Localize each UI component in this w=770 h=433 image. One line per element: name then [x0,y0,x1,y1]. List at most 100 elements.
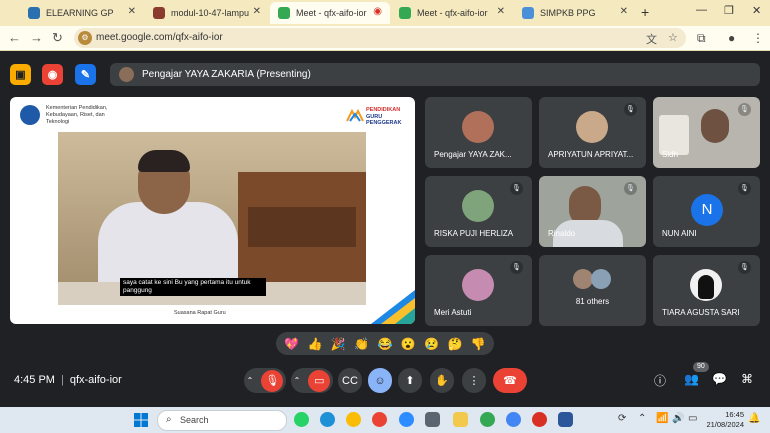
whatsapp-icon[interactable] [294,412,309,427]
participant-tile[interactable]: Pengajar YAYA ZAK... [425,97,532,168]
clock-time: 16:45 [725,410,744,419]
chat-icon[interactable]: 💬 [712,372,727,386]
edge-icon[interactable] [320,412,335,427]
emoji-button[interactable]: ☺ [368,368,392,393]
whiteboard-icon[interactable]: ✎ [75,64,96,85]
url-text[interactable]: meet.google.com/qfx-aifo-ior [96,32,223,43]
chrome-icon[interactable] [532,412,547,427]
chrome-icon[interactable] [372,412,387,427]
participant-tile[interactable]: 🎙 RISKA PUJI HERLIZA [425,176,532,247]
reaction-thumbs-up[interactable]: 👍 [308,337,323,351]
profile-icon[interactable]: ● [728,31,735,45]
reaction-surprised[interactable]: 😮 [401,337,416,351]
tab-modul[interactable]: modul-10-47-lampung-c ✕ [145,2,269,24]
forward-icon[interactable]: → [30,30,43,45]
avatar [462,111,494,143]
tab-meet[interactable]: Meet - qfx-aifo-ior ✕ [391,2,513,24]
file-explorer-icon[interactable] [453,412,468,427]
simpkb-icon [522,7,534,19]
tab-title: modul-10-47-lampung-c [171,8,249,18]
mic-off-icon[interactable]: 🎙 [261,369,284,392]
present-button[interactable]: ⬆ [398,368,422,393]
battery-icon[interactable]: ▭ [688,413,697,424]
camera-control[interactable]: ⌃ ▭ [291,368,333,393]
taskbar-clock[interactable]: 16:45 21/08/2024 [706,410,744,430]
avatar [573,269,593,289]
word-icon[interactable] [558,412,573,427]
program-line-2: GURU [366,113,383,120]
close-window-icon[interactable]: ✕ [752,4,761,17]
close-icon[interactable]: ✕ [620,6,628,17]
notifications-icon[interactable]: 🔔 [748,413,760,424]
avatar: N [691,194,723,226]
reaction-thinking[interactable]: 🤔 [447,337,462,351]
restore-icon[interactable]: ❐ [724,4,734,17]
stop-presenting-icon[interactable]: ▣ [10,64,31,85]
camera-app-icon[interactable] [425,412,440,427]
tab-meet-active[interactable]: Meet - qfx-aifo-ior ◉ [270,2,390,24]
new-tab-button[interactable]: + [641,4,649,20]
participant-tile[interactable]: 🎙 Rinaldo [539,176,646,247]
leave-call-button[interactable]: ☎ [493,368,527,393]
participant-tile[interactable]: 🎙 TIARA AGUSTA SARI [653,255,760,326]
chrome-icon[interactable] [480,412,495,427]
chrome-icon[interactable] [506,412,521,427]
volume-icon[interactable]: 🔊 [672,413,684,424]
people-icon[interactable]: 👥 [684,372,699,386]
reaction-party[interactable]: 🎉 [331,337,346,351]
reaction-clap[interactable]: 👏 [354,337,369,351]
menu-dots-icon[interactable]: ⋮ [752,31,764,45]
mic-off-icon: 🎙 [510,261,523,274]
chevron-up-icon[interactable]: ⌃ [294,376,301,385]
reload-icon[interactable]: ↻ [52,30,63,46]
reaction-sad[interactable]: 😢 [424,337,439,351]
record-icon[interactable]: ◉ [42,64,63,85]
participant-tile[interactable]: N 🎙 NUN AINI [653,176,760,247]
wifi-icon[interactable]: 📶 [656,413,668,424]
address-bar[interactable]: ⚙ meet.google.com/qfx-aifo-ior 文 ☆ [74,28,686,48]
raise-hand-button[interactable]: ✋ [430,368,454,393]
participant-tile-others[interactable]: 81 others [539,255,646,326]
participant-name: Meri Astuti [434,308,472,317]
close-icon[interactable]: ✕ [253,6,261,17]
avatar [462,190,494,222]
translate-icon[interactable]: 文 [646,31,657,47]
chrome-icon[interactable] [346,412,361,427]
reaction-laugh[interactable]: 😂 [378,337,393,351]
mic-off-icon: 🎙 [624,182,637,195]
info-icon[interactable]: ⓘ [654,372,666,389]
bookmark-star-icon[interactable]: ☆ [668,31,678,44]
captions-button[interactable]: CC [338,368,362,393]
tab-elearning[interactable]: ELEARNING GP ✕ [20,2,144,24]
participant-tile[interactable]: 🎙 Meri Astuti [425,255,532,326]
recording-icon[interactable]: ◉ [373,6,382,17]
mic-off-icon: 🎙 [624,103,637,116]
tab-simpkb[interactable]: SIMPKB PPG ✕ [514,2,636,24]
more-options-button[interactable]: ⋮ [462,368,486,393]
document-icon [153,7,165,19]
site-info-icon[interactable]: ⚙ [78,31,92,45]
participant-tile[interactable]: 🎙 APRIYATUN APRIYAT... [539,97,646,168]
program-mark-icon [346,109,364,122]
chevron-up-icon[interactable]: ⌃ [247,376,254,385]
taskbar-search[interactable]: ⌕ Search [157,410,287,431]
participant-tile[interactable]: 🎙 Sidh [653,97,760,168]
update-icon[interactable]: ⟳ [618,413,626,424]
zoom-icon[interactable] [399,412,414,427]
camera-off-icon[interactable]: ▭ [308,369,331,392]
chevron-up-icon[interactable]: ⌃ [638,413,646,424]
search-placeholder: Search [180,415,209,425]
activities-icon[interactable]: ⌘ [741,372,753,386]
windows-start-icon[interactable] [134,413,148,427]
reaction-thumbs-down[interactable]: 👎 [471,337,486,351]
participant-name: Rinaldo [548,229,576,238]
participant-name: Sidh [662,150,679,159]
mic-control[interactable]: ⌃ 🎙 [244,368,286,393]
extensions-icon[interactable]: ⧉ [697,31,706,46]
participant-name: RISKA PUJI HERLIZA [434,229,514,238]
reaction-sparkling-heart[interactable]: 💖 [284,337,299,351]
close-icon[interactable]: ✕ [128,6,136,17]
close-icon[interactable]: ✕ [497,6,505,17]
minimize-icon[interactable]: — [696,4,707,16]
back-icon[interactable]: ← [8,30,21,45]
